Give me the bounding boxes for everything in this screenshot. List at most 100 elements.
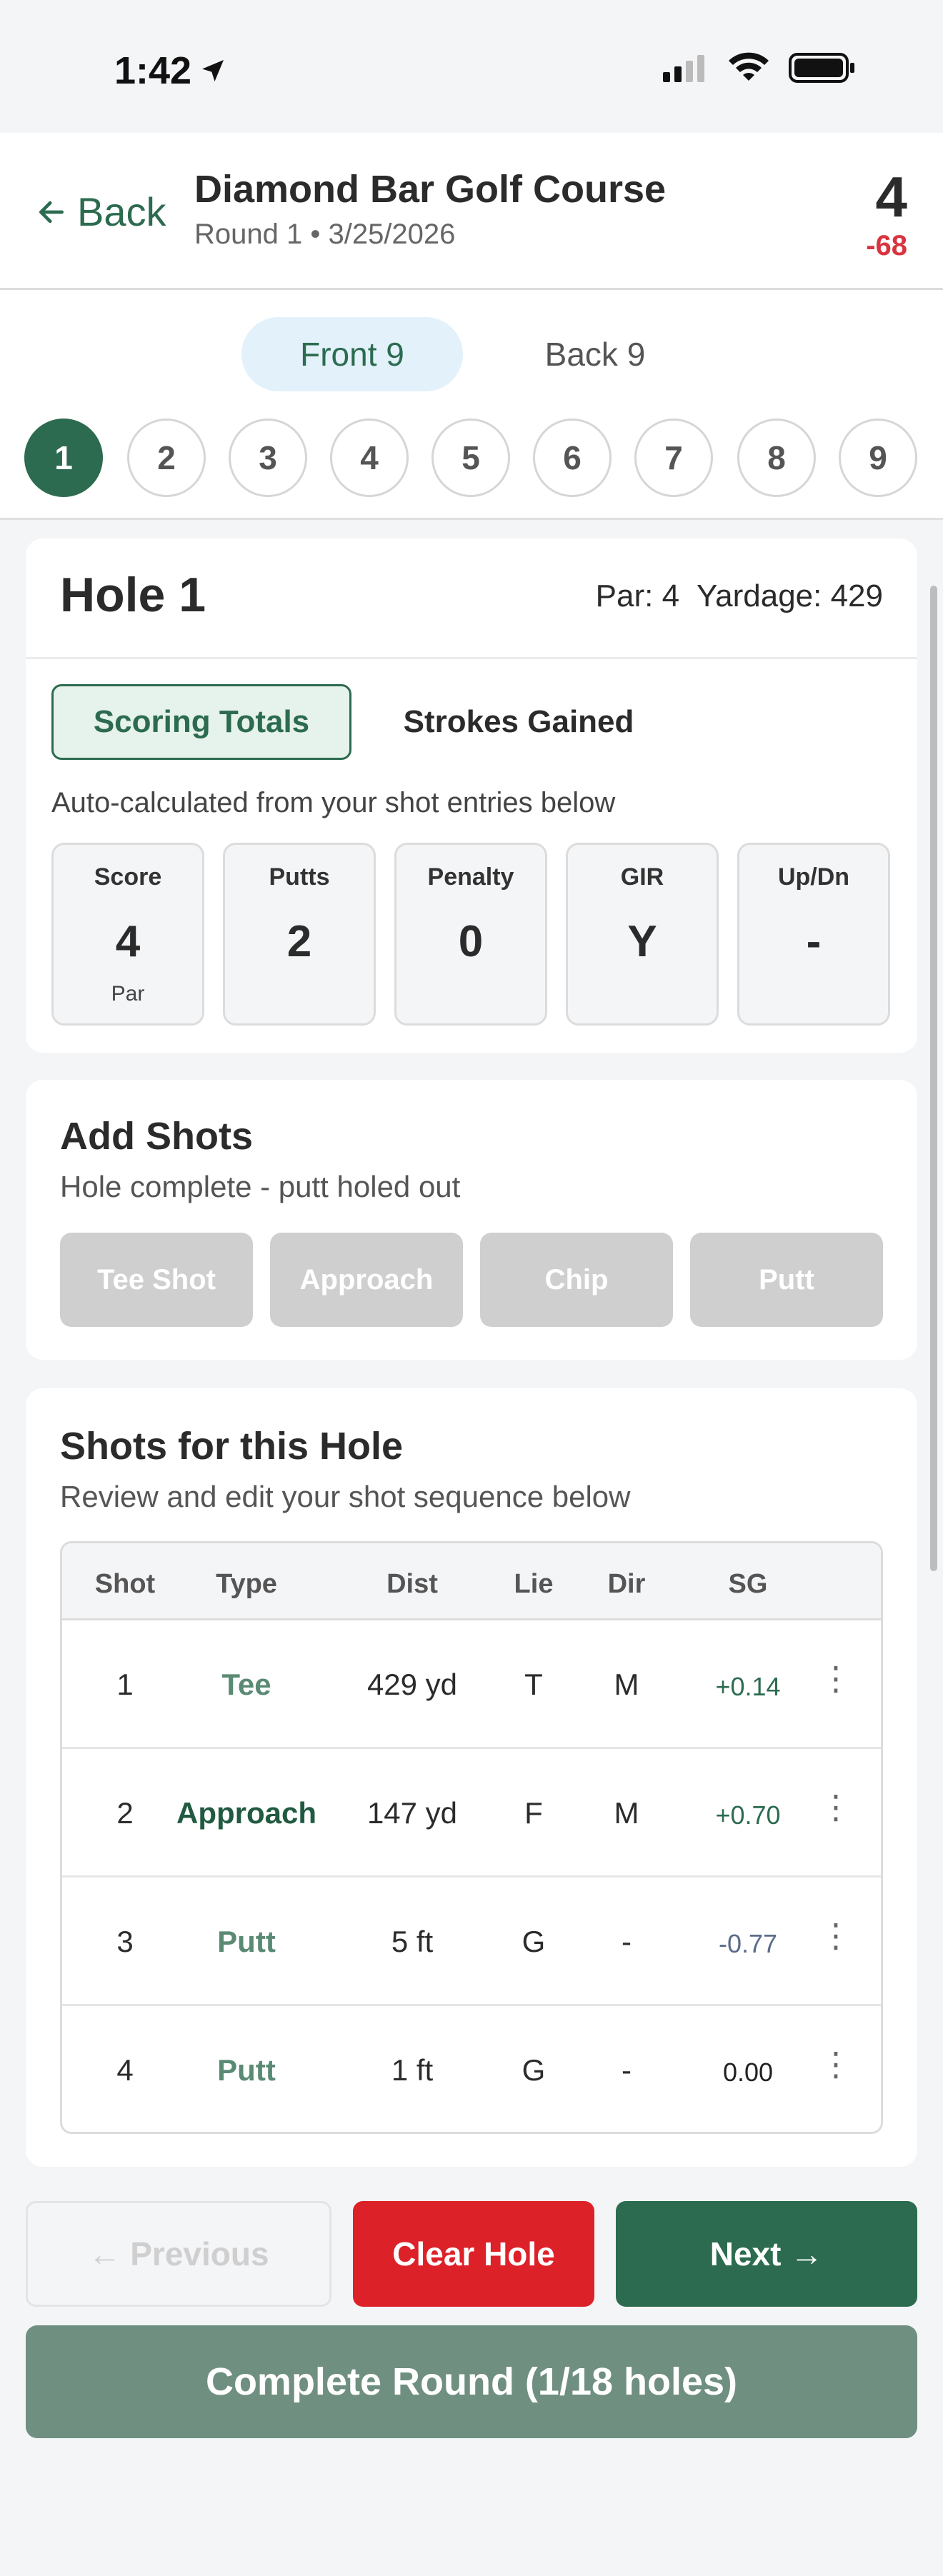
shot-strokes-gained: +0.70 — [715, 1800, 781, 1830]
previous-hole-button[interactable]: ← Previous — [26, 2201, 331, 2307]
add-shots-title: Add Shots — [60, 1115, 253, 1158]
tee-shot-button[interactable]: Tee Shot — [60, 1233, 253, 1327]
shots-subtitle: Review and edit your shot sequence below — [60, 1480, 631, 1513]
shot-lie: F — [524, 1796, 543, 1830]
table-row[interactable]: 2 Approach 147 yd F M +0.70 ⋮ — [62, 1749, 881, 1878]
stat-value: - — [806, 917, 822, 966]
stat-label: Putts — [269, 863, 330, 891]
shots-table: Shot Type Dist Lie Dir SG 1 Tee 429 yd T… — [60, 1541, 883, 2134]
stat-gir: GIR Y — [566, 843, 719, 1026]
cellular-signal-icon — [663, 55, 704, 82]
hole-title: Hole 1 — [60, 568, 206, 622]
stat-value: 4 — [115, 917, 141, 966]
column-header-dir: Dir — [607, 1569, 646, 1599]
tab-back-nine[interactable]: Back 9 — [484, 317, 706, 391]
more-options-icon[interactable]: ⋮ — [819, 2045, 852, 2083]
hole-button-2[interactable]: 2 — [127, 419, 206, 497]
status-bar: 1:42 — [0, 0, 943, 133]
shots-list-card: Shots for this Hole Review and edit your… — [26, 1388, 917, 2167]
table-row[interactable]: 1 Tee 429 yd T M +0.14 ⋮ — [62, 1620, 881, 1749]
shot-number: 1 — [116, 1668, 134, 1701]
stat-penalty: Penalty 0 — [394, 843, 547, 1026]
back-button[interactable]: Back — [36, 189, 166, 235]
shot-number: 4 — [116, 2053, 134, 2087]
chip-button[interactable]: Chip — [480, 1233, 673, 1327]
hole-button-7[interactable]: 7 — [634, 419, 713, 497]
stat-score: Score 4 Par — [51, 843, 204, 1026]
more-options-icon[interactable]: ⋮ — [819, 1659, 852, 1698]
auto-calc-note: Auto-calculated from your shot entries b… — [51, 787, 616, 818]
shot-direction: M — [614, 1668, 639, 1701]
divider — [26, 657, 917, 659]
column-header-lie: Lie — [514, 1569, 554, 1599]
back-label: Back — [77, 189, 166, 234]
hole-button-6[interactable]: 6 — [533, 419, 612, 497]
tab-scoring-totals[interactable]: Scoring Totals — [51, 684, 351, 760]
shot-direction: - — [622, 2053, 632, 2087]
round-info: Round 1 • 3/25/2026 — [194, 219, 456, 250]
approach-button[interactable]: Approach — [270, 1233, 463, 1327]
clear-hole-button[interactable]: Clear Hole — [353, 2201, 594, 2307]
stat-sub: Par — [111, 982, 145, 1006]
shot-lie: G — [522, 1925, 546, 1958]
stat-value: 0 — [458, 917, 484, 966]
shot-lie: T — [524, 1668, 543, 1701]
hole-button-3[interactable]: 3 — [229, 419, 307, 497]
column-header-sg: SG — [728, 1569, 768, 1599]
putt-button[interactable]: Putt — [690, 1233, 883, 1327]
wifi-icon — [729, 52, 769, 81]
stat-label: Up/Dn — [777, 863, 850, 891]
column-header-dist: Dist — [386, 1569, 438, 1599]
stat-putts: Putts 2 — [223, 843, 376, 1026]
shot-direction: M — [614, 1796, 639, 1830]
shot-strokes-gained: -0.77 — [718, 1929, 778, 1958]
shot-type: Tee — [221, 1668, 271, 1701]
shot-number: 3 — [116, 1925, 134, 1958]
tab-front-nine[interactable]: Front 9 — [241, 317, 463, 391]
more-options-icon[interactable]: ⋮ — [819, 1916, 852, 1955]
shot-distance: 147 yd — [366, 1796, 458, 1830]
hole-button-9[interactable]: 9 — [839, 419, 917, 497]
hole-button-5[interactable]: 5 — [431, 419, 510, 497]
stat-label: Score — [94, 863, 162, 891]
shot-strokes-gained: 0.00 — [722, 2058, 774, 2087]
hole-button-1[interactable]: 1 — [24, 419, 103, 497]
hole-par: Par: 4 — [595, 578, 680, 613]
column-header-type: Type — [216, 1569, 277, 1599]
shots-title: Shots for this Hole — [60, 1425, 404, 1468]
shot-strokes-gained: +0.14 — [715, 1672, 781, 1701]
status-icons — [663, 51, 857, 84]
clock-text: 1:42 — [114, 49, 192, 92]
hole-navigation: Front 9 Back 9 1 2 3 4 5 6 7 8 9 — [0, 290, 943, 520]
stat-label: GIR — [620, 863, 664, 891]
stat-value: 2 — [286, 917, 312, 966]
hole-summary-card: Hole 1 Par: 4 Yardage: 429 Scoring Total… — [26, 538, 917, 1053]
add-shots-card: Add Shots Hole complete - putt holed out… — [26, 1080, 917, 1360]
table-row[interactable]: 3 Putt 5 ft G - -0.77 ⋮ — [62, 1878, 881, 2006]
more-options-icon[interactable]: ⋮ — [819, 1788, 852, 1826]
stat-up-down: Up/Dn - — [737, 843, 890, 1026]
battery-icon — [789, 53, 854, 83]
shot-lie: G — [522, 2053, 546, 2087]
next-hole-button[interactable]: Next → — [616, 2201, 917, 2307]
tab-strokes-gained[interactable]: Strokes Gained — [369, 684, 669, 760]
location-arrow-icon — [202, 60, 224, 81]
table-row[interactable]: 4 Putt 1 ft G - 0.00 ⋮ — [62, 2006, 881, 2132]
shot-distance: 1 ft — [391, 2053, 434, 2087]
stat-value: Y — [627, 917, 657, 966]
hole-meta: Par: 4 Yardage: 429 — [596, 578, 883, 614]
hole-button-8[interactable]: 8 — [737, 419, 816, 497]
shot-type: Putt — [217, 2053, 276, 2087]
hole-yardage: Yardage: 429 — [697, 578, 883, 613]
scrollbar[interactable] — [930, 586, 937, 1571]
round-header: Back Diamond Bar Golf Course Round 1 • 3… — [0, 133, 943, 290]
shot-type: Putt — [217, 1925, 276, 1958]
stat-label: Penalty — [427, 863, 514, 891]
shot-type: Approach — [176, 1796, 316, 1830]
status-time: 1:42 — [114, 49, 227, 93]
shot-distance: 429 yd — [366, 1668, 458, 1701]
shot-distance: 5 ft — [391, 1925, 434, 1958]
total-score: 4 — [875, 165, 908, 229]
complete-round-button[interactable]: Complete Round (1/18 holes) — [26, 2325, 917, 2438]
hole-button-4[interactable]: 4 — [330, 419, 409, 497]
